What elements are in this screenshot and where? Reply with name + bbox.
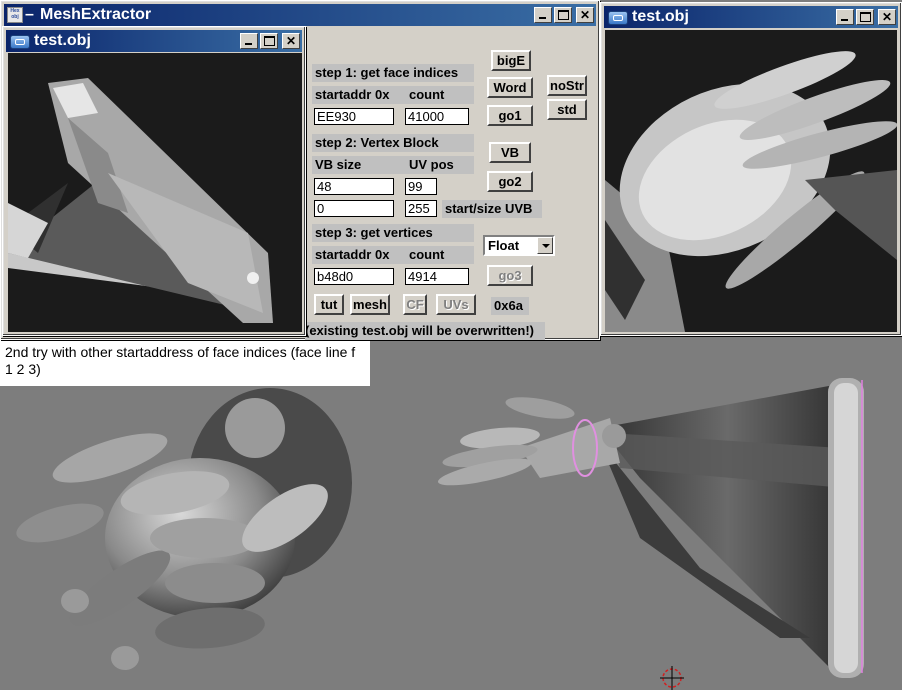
bige-button[interactable]: bigE bbox=[491, 50, 531, 71]
step1-count-input[interactable] bbox=[405, 108, 469, 125]
go1-button[interactable]: go1 bbox=[487, 105, 533, 126]
maximize-icon[interactable] bbox=[260, 33, 278, 49]
uv-pos-input[interactable] bbox=[405, 178, 437, 195]
uvb-start-input[interactable] bbox=[314, 200, 394, 217]
title-dash: – bbox=[25, 6, 34, 23]
close-icon[interactable]: ✕ bbox=[282, 33, 300, 49]
fist-hand-render bbox=[16, 388, 352, 670]
app-window-icon bbox=[608, 11, 628, 25]
left-preview-titlebar[interactable]: test.obj ✕ bbox=[6, 30, 302, 52]
minimize-icon[interactable] bbox=[534, 7, 552, 23]
format-select[interactable]: Float bbox=[483, 235, 555, 256]
3d-cursor-icon bbox=[660, 666, 684, 690]
uvb-size-input[interactable] bbox=[405, 200, 437, 217]
right-3d-viewport[interactable] bbox=[605, 30, 898, 332]
step1-startaddr-input[interactable] bbox=[314, 108, 394, 125]
window-title: MeshExtractor bbox=[40, 6, 152, 23]
minimize-icon[interactable] bbox=[836, 9, 854, 25]
right-preview-titlebar[interactable]: test.obj ✕ bbox=[604, 6, 898, 28]
maximize-icon[interactable] bbox=[554, 7, 572, 23]
step2-vbsize-label: VB size UV pos bbox=[312, 156, 474, 174]
tut-button[interactable]: tut bbox=[314, 294, 344, 315]
step3-count-input[interactable] bbox=[405, 268, 469, 285]
step1-label: step 1: get face indices bbox=[312, 64, 474, 82]
arm-mesh-render bbox=[438, 378, 864, 678]
uvs-button[interactable]: UVs bbox=[436, 294, 476, 315]
left-preview-window: test.obj ✕ bbox=[2, 26, 306, 336]
right-preview-window: test.obj ✕ bbox=[600, 2, 902, 336]
go3-button[interactable]: go3 bbox=[487, 265, 533, 286]
app-window-icon bbox=[10, 35, 30, 49]
vb-button[interactable]: VB bbox=[489, 142, 531, 163]
step3-startaddr-label: startaddr 0x count bbox=[312, 246, 474, 264]
chevron-down-icon[interactable] bbox=[537, 237, 553, 254]
hex-obj-app-icon: Hex obj bbox=[7, 7, 23, 23]
mesh-button[interactable]: mesh bbox=[350, 294, 390, 315]
maximize-icon[interactable] bbox=[856, 9, 874, 25]
step2-label: step 2: Vertex Block bbox=[312, 134, 474, 152]
go2-button[interactable]: go2 bbox=[487, 171, 533, 192]
std-button[interactable]: std bbox=[547, 99, 587, 120]
minimize-icon[interactable] bbox=[240, 33, 258, 49]
meshextractor-titlebar[interactable]: Hex obj – MeshExtractor ✕ bbox=[4, 4, 596, 26]
uvb-label: start/size UVB bbox=[442, 200, 542, 218]
overwrite-warning: (existing test.obj will be overwritten!) bbox=[305, 322, 545, 340]
right-mesh-render bbox=[605, 51, 898, 332]
nostr-button[interactable]: noStr bbox=[547, 75, 587, 96]
word-button[interactable]: Word bbox=[487, 77, 533, 98]
cf-button[interactable]: CF bbox=[403, 294, 427, 315]
right-preview-title: test.obj bbox=[632, 8, 689, 25]
close-icon[interactable]: ✕ bbox=[878, 9, 896, 25]
left-mesh-render bbox=[8, 78, 273, 323]
caption-note: 2nd try with other startaddress of face … bbox=[0, 340, 370, 386]
left-3d-viewport[interactable] bbox=[8, 53, 302, 332]
step3-startaddr-input[interactable] bbox=[314, 268, 394, 285]
left-preview-title: test.obj bbox=[34, 32, 91, 49]
step1-startaddr-label: startaddr 0x count bbox=[312, 86, 474, 104]
vb-size-input[interactable] bbox=[314, 178, 394, 195]
scene-render bbox=[16, 378, 864, 690]
hex-value-label: 0x6a bbox=[491, 297, 529, 315]
close-icon[interactable]: ✕ bbox=[576, 7, 594, 23]
step3-label: step 3: get vertices bbox=[312, 224, 474, 242]
